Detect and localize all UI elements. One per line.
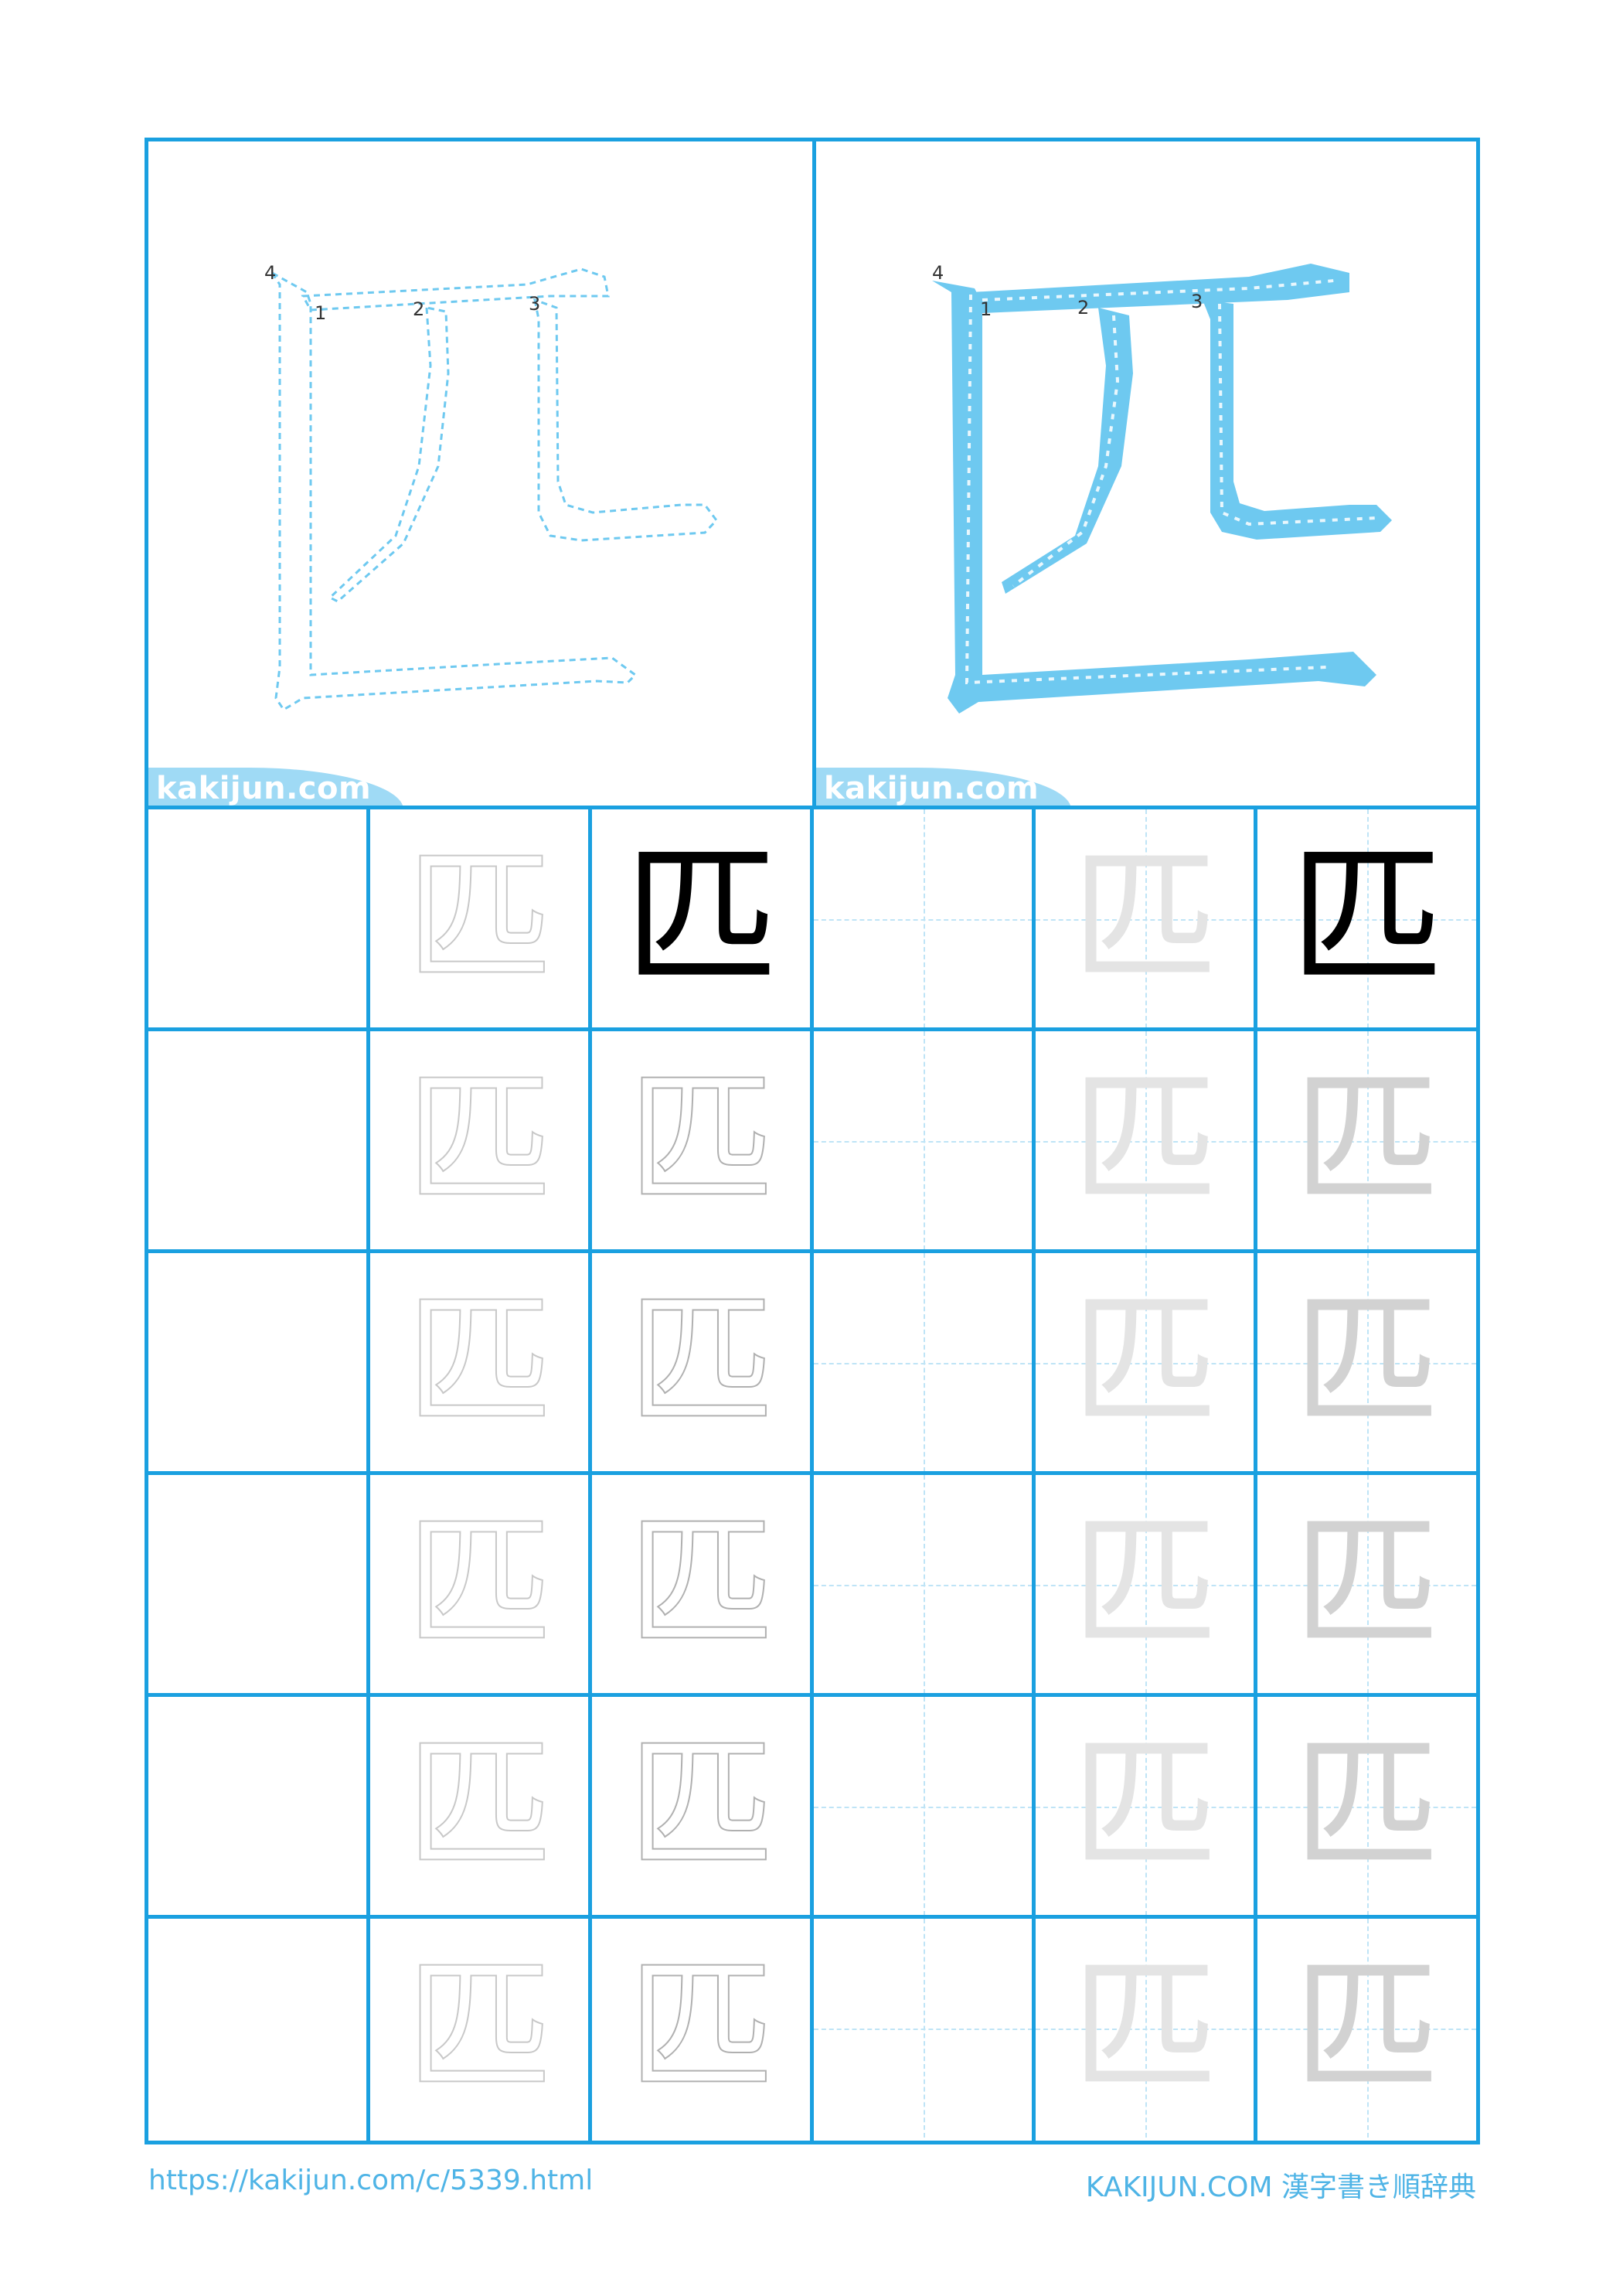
stroke-filled-diagram: 1 2 3 4 xyxy=(932,262,1392,714)
stroke-number-4-filled: 4 xyxy=(932,262,944,284)
footer-site-name: KAKIJUN.COM 漢字書き順辞典 xyxy=(1085,2172,1476,2203)
stroke-number-3-filled: 3 xyxy=(1191,291,1203,312)
practice-cell[interactable]: 匹 xyxy=(1257,1253,1476,1472)
practice-cell[interactable]: 匹 xyxy=(1036,1031,1254,1250)
trace-kanji: 匹 xyxy=(1071,1498,1219,1670)
practice-grid: 匹匹匹匹匹匹匹匹匹匹匹匹匹匹匹匹匹匹匹匹匹匹匹匹 xyxy=(148,809,1476,2141)
trace-kanji: 匹 xyxy=(1293,1498,1441,1670)
model-kanji: 匹 xyxy=(624,828,779,1009)
brand-label: kakijun.com xyxy=(824,771,1039,806)
practice-cell[interactable]: 匹 xyxy=(1257,1919,1476,2138)
practice-cell[interactable]: 匹 xyxy=(370,1253,589,1472)
practice-cell[interactable] xyxy=(814,1031,1033,1250)
practice-cell[interactable]: 匹 xyxy=(592,809,811,1028)
practice-cell[interactable] xyxy=(814,1919,1033,2138)
practice-cell[interactable]: 匹 xyxy=(1257,809,1476,1028)
practice-cell[interactable]: 匹 xyxy=(370,1697,589,1916)
stroke-number-1-filled: 1 xyxy=(980,298,992,320)
practice-cell[interactable]: 匹 xyxy=(370,1475,589,1694)
stroke-number-1: 1 xyxy=(315,302,326,324)
practice-cell[interactable]: 匹 xyxy=(592,1475,811,1694)
trace-kanji: 匹 xyxy=(1293,1720,1441,1892)
stroke-outline-diagram: 1 2 3 4 xyxy=(264,262,718,712)
practice-cell[interactable]: 匹 xyxy=(1257,1031,1476,1250)
practice-cell[interactable]: 匹 xyxy=(592,1919,811,2138)
trace-kanji: 匹 xyxy=(405,1054,553,1226)
trace-kanji: 匹 xyxy=(1071,1054,1219,1226)
practice-cell[interactable]: 匹 xyxy=(592,1031,811,1250)
trace-kanji: 匹 xyxy=(627,1498,775,1670)
trace-kanji: 匹 xyxy=(405,1942,553,2114)
practice-cell[interactable] xyxy=(148,1031,367,1250)
practice-cell[interactable]: 匹 xyxy=(370,1919,589,2138)
practice-cell[interactable]: 匹 xyxy=(1036,1919,1254,2138)
practice-cell[interactable] xyxy=(148,1253,367,1472)
stroke-order-filled-panel: 1 2 3 4 kakijun.com xyxy=(816,141,1476,809)
trace-kanji: 匹 xyxy=(405,1498,553,1670)
practice-cell[interactable]: 匹 xyxy=(592,1253,811,1472)
trace-kanji: 匹 xyxy=(627,1054,775,1226)
practice-cell[interactable] xyxy=(814,1697,1033,1916)
brand-tab: kakijun.com xyxy=(148,768,403,809)
practice-cell[interactable]: 匹 xyxy=(1036,809,1254,1028)
trace-kanji: 匹 xyxy=(627,1942,775,2114)
practice-cell[interactable]: 匹 xyxy=(1257,1697,1476,1916)
stroke-number-4: 4 xyxy=(264,262,276,284)
practice-cell[interactable]: 匹 xyxy=(370,809,589,1028)
stroke-number-2: 2 xyxy=(413,298,424,320)
trace-kanji: 匹 xyxy=(1071,1720,1219,1892)
practice-cell[interactable] xyxy=(148,1919,367,2138)
trace-kanji: 匹 xyxy=(405,1276,553,1448)
practice-cell[interactable] xyxy=(148,1475,367,1694)
trace-kanji: 匹 xyxy=(1071,1942,1219,2114)
practice-sheet: 1 2 3 4 kakijun.com 1 2 3 4 kakijun.com … xyxy=(145,138,1480,2144)
trace-kanji: 匹 xyxy=(1071,833,1219,1004)
practice-cell[interactable]: 匹 xyxy=(1036,1475,1254,1694)
trace-kanji: 匹 xyxy=(405,1720,553,1892)
practice-cell[interactable]: 匹 xyxy=(370,1031,589,1250)
practice-cell[interactable]: 匹 xyxy=(1036,1697,1254,1916)
brand-tab: kakijun.com xyxy=(816,768,1071,809)
trace-kanji: 匹 xyxy=(1293,1054,1441,1226)
trace-kanji: 匹 xyxy=(1071,1276,1219,1448)
practice-cell[interactable] xyxy=(814,1475,1033,1694)
trace-kanji: 匹 xyxy=(627,1276,775,1448)
trace-kanji: 匹 xyxy=(405,833,553,1004)
practice-cell[interactable] xyxy=(148,809,367,1028)
stroke-number-2-filled: 2 xyxy=(1077,297,1089,319)
practice-cell[interactable] xyxy=(814,809,1033,1028)
practice-cell[interactable]: 匹 xyxy=(1036,1253,1254,1472)
practice-cell[interactable] xyxy=(148,1697,367,1916)
footer-url[interactable]: https://kakijun.com/c/5339.html xyxy=(148,2165,593,2196)
practice-cell[interactable]: 匹 xyxy=(592,1697,811,1916)
trace-kanji: 匹 xyxy=(1293,1276,1441,1448)
brand-label: kakijun.com xyxy=(156,771,372,806)
practice-cell[interactable]: 匹 xyxy=(1257,1475,1476,1694)
model-kanji: 匹 xyxy=(1289,828,1444,1009)
trace-kanji: 匹 xyxy=(627,1720,775,1892)
stroke-number-3: 3 xyxy=(529,293,540,315)
stroke-order-outline-panel: 1 2 3 4 kakijun.com xyxy=(148,141,816,809)
practice-cell[interactable] xyxy=(814,1253,1033,1472)
trace-kanji: 匹 xyxy=(1293,1942,1441,2114)
